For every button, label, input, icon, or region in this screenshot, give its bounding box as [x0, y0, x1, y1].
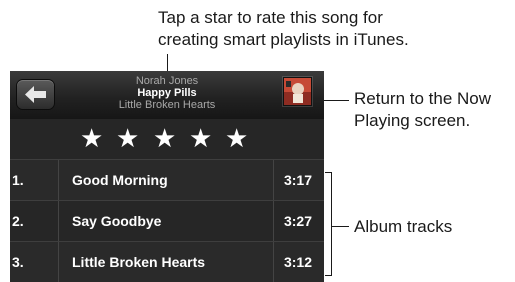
track-row[interactable]: 3. Little Broken Hearts 3:12	[10, 241, 324, 282]
tracks-bracket-top	[325, 172, 332, 173]
track-number: 2.	[12, 213, 24, 229]
track-number: 3.	[12, 254, 24, 270]
rating-callout-line-1: Tap a star to rate this song for	[158, 8, 383, 27]
star-icon[interactable]: ★	[80, 124, 103, 154]
track-number: 1.	[12, 172, 24, 188]
track-row[interactable]: 2. Say Goodbye 3:27	[10, 200, 324, 241]
column-divider	[58, 242, 59, 282]
back-arrow-icon	[25, 86, 46, 103]
track-title: Good Morning	[72, 172, 168, 188]
album-tracks-callout: Album tracks	[354, 217, 453, 236]
star-icon[interactable]: ★	[153, 124, 176, 154]
album-art-thumbnail	[284, 78, 311, 105]
column-divider	[58, 160, 59, 200]
tracks-bracket-bottom	[325, 275, 332, 276]
star-icon[interactable]: ★	[225, 124, 248, 154]
return-callout: Return to the Now Playing screen.	[354, 88, 514, 132]
now-playing-info: Norah Jones Happy Pills Little Broken He…	[90, 75, 244, 111]
track-title: Little Broken Hearts	[72, 254, 206, 270]
return-callout-line-1: Return to the Now	[354, 89, 492, 108]
star-rating: ★ ★ ★ ★ ★	[10, 119, 324, 159]
track-row[interactable]: 1. Good Morning 3:17	[10, 159, 324, 200]
back-button[interactable]	[17, 80, 54, 109]
track-duration: 3:17	[283, 172, 313, 188]
tracks-callout-leader	[331, 226, 349, 227]
return-callout-line-2: Playing screen.	[354, 111, 471, 130]
star-icon[interactable]: ★	[116, 124, 139, 154]
navigation-bar: Norah Jones Happy Pills Little Broken He…	[10, 71, 324, 119]
rating-callout: Tap a star to rate this song for creatin…	[158, 7, 498, 51]
artist-name: Norah Jones	[135, 75, 199, 87]
track-duration: 3:27	[283, 213, 313, 229]
star-icon[interactable]: ★	[189, 124, 212, 154]
tracks-bracket-vertical	[331, 172, 332, 276]
song-title: Happy Pills	[137, 87, 197, 99]
column-divider	[58, 201, 59, 241]
phone-screen: Norah Jones Happy Pills Little Broken He…	[10, 71, 324, 282]
album-name: Little Broken Hearts	[118, 99, 216, 111]
track-duration: 3:12	[283, 254, 313, 270]
track-title: Say Goodbye	[72, 213, 162, 229]
rating-callout-line-2: creating smart playlists in iTunes.	[158, 30, 409, 49]
album-art-button[interactable]	[283, 77, 312, 106]
